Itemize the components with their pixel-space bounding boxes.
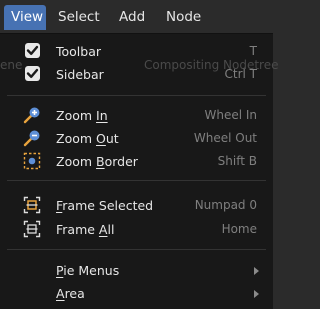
menu-item-zoom-out[interactable]: Zoom Out Wheel Out: [0, 127, 273, 150]
sidebar-shortcut: Ctrl T: [224, 67, 258, 81]
frame-all-icon: [23, 220, 41, 238]
separator: [7, 95, 266, 96]
menu-item-zoom-in[interactable]: Zoom In Wheel In: [0, 104, 273, 127]
zoom-border-label: Zoom Border: [56, 154, 138, 169]
view-dropdown-menu: ene Compositing Nodetree Toolbar T Sideb…: [0, 33, 279, 309]
frame-selected-label: Frame Selected: [56, 198, 154, 213]
toolbar-label: Toolbar: [56, 44, 102, 59]
zoom-out-label: Zoom Out: [56, 131, 119, 146]
menu-view[interactable]: View: [4, 5, 46, 30]
menu-item-pie-menus[interactable]: Pie Menus: [0, 259, 273, 282]
area-label: Area: [56, 286, 85, 301]
menu-item-frame-all[interactable]: Frame All Home: [0, 218, 273, 241]
zoom-in-label: Zoom In: [56, 108, 108, 123]
checkbox-checked-icon[interactable]: [25, 66, 40, 81]
checkbox-checked-icon[interactable]: [25, 43, 40, 58]
menu-item-sidebar[interactable]: Sidebar Ctrl T: [0, 63, 273, 86]
menu-item-zoom-border[interactable]: Zoom Border Shift B: [0, 150, 273, 173]
menu-add[interactable]: Add: [112, 5, 152, 30]
frame-all-shortcut: Home: [221, 222, 257, 236]
submenu-arrow-icon: [254, 267, 259, 275]
zoom-in-shortcut: Wheel In: [204, 108, 257, 122]
separator: [7, 249, 266, 250]
menu-node[interactable]: Node: [159, 5, 208, 30]
menubar: View Select Add Node: [0, 0, 273, 33]
zoom-out-icon: [23, 129, 41, 147]
zoom-border-shortcut: Shift B: [217, 154, 257, 168]
pie-menus-label: Pie Menus: [56, 263, 120, 278]
menu-item-toolbar[interactable]: Toolbar T: [0, 40, 273, 63]
toolbar-shortcut: T: [249, 44, 257, 58]
menu-select[interactable]: Select: [51, 5, 107, 30]
menu-item-area[interactable]: Area: [0, 282, 273, 305]
zoom-border-icon: [23, 152, 41, 170]
zoom-out-shortcut: Wheel Out: [193, 131, 257, 145]
menu-item-frame-selected[interactable]: Frame Selected Numpad 0: [0, 194, 273, 217]
submenu-arrow-icon: [254, 290, 259, 298]
frame-all-label: Frame All: [56, 222, 115, 237]
sidebar-label: Sidebar: [56, 67, 104, 82]
separator: [7, 180, 266, 181]
frame-selected-shortcut: Numpad 0: [194, 198, 257, 212]
frame-selected-icon: [23, 196, 41, 214]
zoom-in-icon: [23, 106, 41, 124]
